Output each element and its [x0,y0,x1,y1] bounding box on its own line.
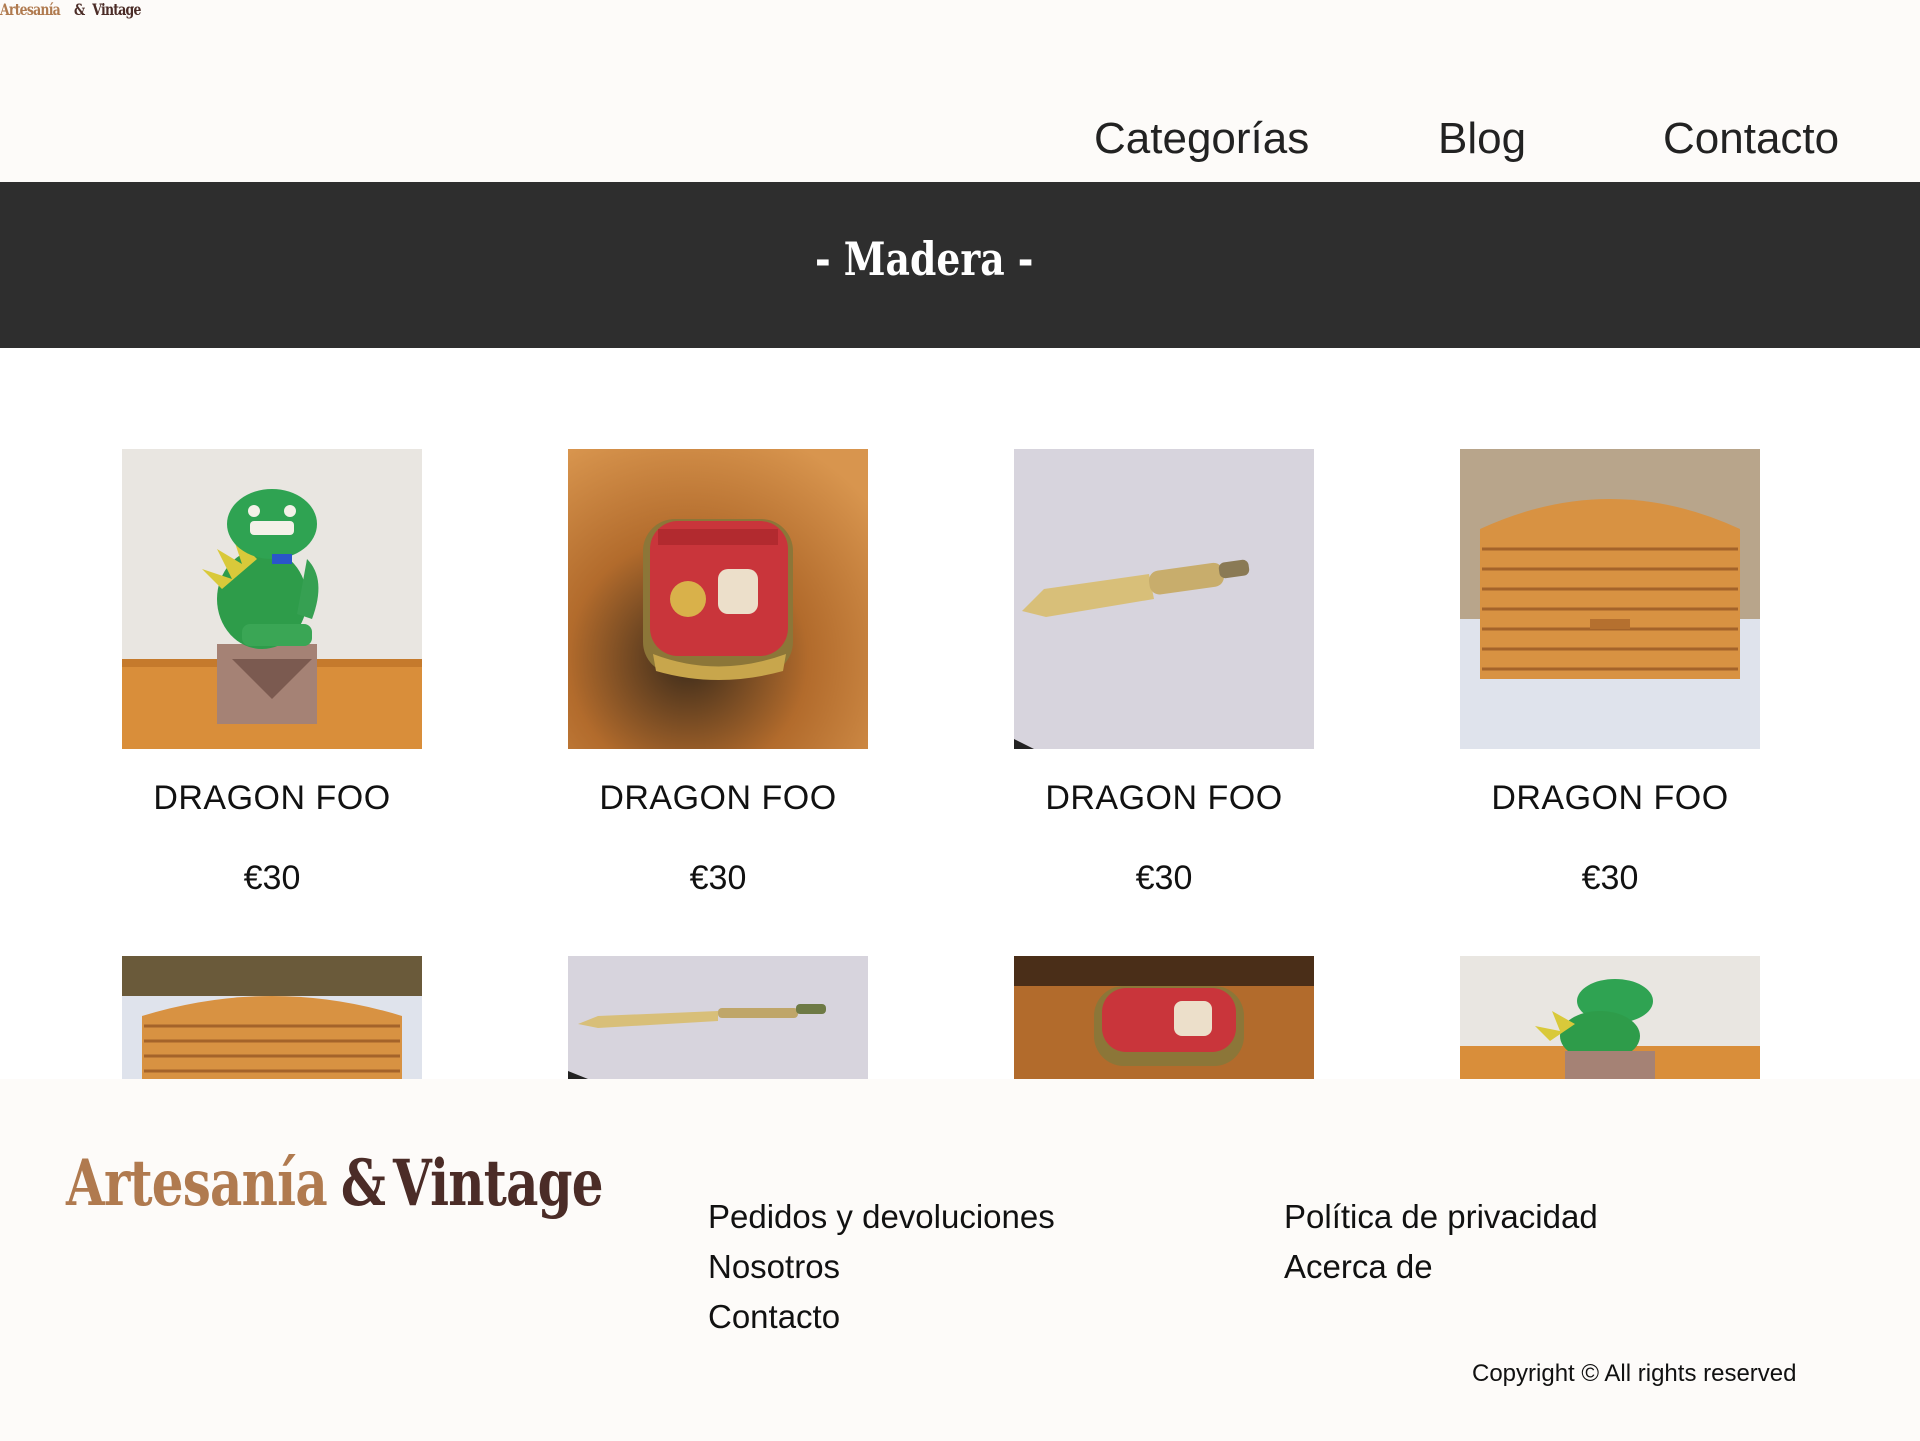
logo-vintage-text: Vintage [393,1146,604,1221]
site-header [0,0,1920,182]
copyright-text: Copyright © All rights reserved [1472,1360,1797,1387]
product-image-letter-opener[interactable] [568,956,868,1079]
category-title: - Madera - [815,232,1034,286]
product-image-bread-box[interactable] [1460,449,1760,749]
footer-logo[interactable]: Artesanía & Vintage [66,1146,604,1221]
product-name[interactable]: DRAGON FOO [994,779,1334,818]
product-price: €30 [1581,859,1639,897]
site-logo[interactable]: Artesanía & Vintage [0,0,141,19]
product-price: €30 [1135,859,1193,897]
product-name[interactable]: DRAGON FOO [1440,779,1780,818]
footer-link-nosotros[interactable]: Nosotros [708,1248,840,1286]
nav-blog[interactable]: Blog [1438,114,1526,164]
footer-link-contacto[interactable]: Contacto [708,1298,840,1336]
product-image-bread-box[interactable] [122,956,422,1079]
logo-vintage-text: Vintage [92,0,141,19]
footer-link-privacidad[interactable]: Política de privacidad [1284,1198,1598,1236]
nav-categorias[interactable]: Categorías [1094,114,1309,164]
logo-artesania-text: Artesanía [0,0,61,19]
logo-ampersand: & [74,0,85,19]
nav-contacto[interactable]: Contacto [1663,114,1839,164]
product-image-tin-box[interactable] [568,449,868,749]
footer-link-acerca[interactable]: Acerca de [1284,1248,1433,1286]
product-image-foo-dog[interactable] [122,449,422,749]
logo-ampersand: & [340,1146,386,1221]
product-price: €30 [243,859,301,897]
product-image-foo-dog[interactable] [1460,956,1760,1079]
product-image-tin-box[interactable] [1014,956,1314,1079]
footer-link-pedidos[interactable]: Pedidos y devoluciones [708,1198,1055,1236]
product-price: €30 [689,859,747,897]
product-image-letter-opener[interactable] [1014,449,1314,749]
logo-artesania-text: Artesanía [66,1146,328,1221]
product-name[interactable]: DRAGON FOO [548,779,888,818]
product-name[interactable]: DRAGON FOO [102,779,442,818]
